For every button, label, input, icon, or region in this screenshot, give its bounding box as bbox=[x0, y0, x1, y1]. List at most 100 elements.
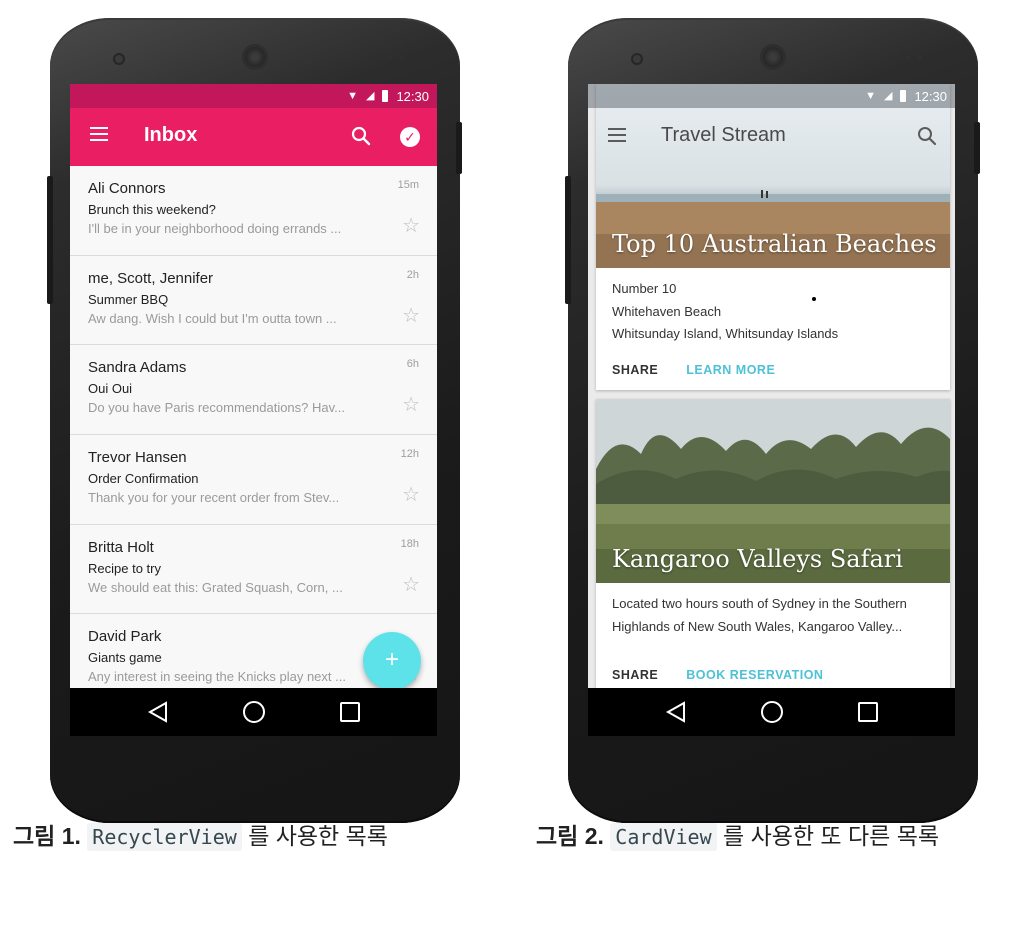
volume-button bbox=[47, 176, 53, 304]
volume-button bbox=[565, 176, 571, 304]
menu-icon[interactable] bbox=[90, 127, 108, 141]
phone-left: ▼ ◢ 12:30 Inbox ✓ Ali Connors Brunch thi… bbox=[47, 18, 462, 823]
travel-stream-screen: Top 10 Australian Beaches Number 10 Whit… bbox=[588, 84, 955, 736]
email-snippet: Do you have Paris recommendations? Hav..… bbox=[88, 400, 345, 416]
email-snippet: Aw dang. Wish I could but I'm outta town… bbox=[88, 310, 337, 326]
figure-caption-1: 그림 1. RecyclerView 를 사용한 목록 bbox=[13, 816, 388, 857]
recents-icon[interactable] bbox=[857, 701, 879, 723]
email-sender: Britta Holt bbox=[88, 538, 154, 556]
system-nav-bar bbox=[588, 688, 955, 736]
search-icon[interactable] bbox=[351, 126, 371, 146]
learn-more-button[interactable]: LEARN MORE bbox=[686, 363, 775, 377]
phone-right: Top 10 Australian Beaches Number 10 Whit… bbox=[565, 18, 980, 823]
email-snippet: We should eat this: Grated Squash, Corn,… bbox=[88, 579, 343, 595]
card-body: Number 10 Whitehaven Beach Whitsunday Is… bbox=[612, 278, 838, 346]
figure-caption-2: 그림 2. CardView 를 사용한 또 다른 목록 bbox=[536, 816, 1006, 857]
card-actions: SHARE LEARN MORE bbox=[612, 363, 775, 377]
list-item[interactable]: Britta Holt Recipe to try We should eat … bbox=[70, 525, 437, 615]
inbox-app-bar: Inbox ✓ bbox=[70, 108, 437, 166]
card-line: Number 10 bbox=[612, 281, 677, 296]
signal-icon: ◢ bbox=[883, 89, 893, 102]
email-sender: me, Scott, Jennifer bbox=[88, 269, 214, 287]
app-bar-title: Travel Stream bbox=[661, 124, 786, 146]
inbox-screen: ▼ ◢ 12:30 Inbox ✓ Ali Connors Brunch thi… bbox=[70, 84, 437, 736]
cursor-dot bbox=[812, 297, 816, 301]
caption-label: 그림 2. bbox=[536, 823, 604, 849]
email-subject: Summer BBQ bbox=[88, 291, 169, 307]
star-icon[interactable]: ☆ bbox=[402, 395, 420, 415]
power-button bbox=[974, 122, 980, 174]
star-icon[interactable]: ☆ bbox=[402, 575, 420, 595]
list-item[interactable]: Sandra Adams Oui Oui Do you have Paris r… bbox=[70, 345, 437, 436]
card-line: Whitehaven Beach bbox=[612, 303, 722, 319]
star-icon[interactable]: ☆ bbox=[402, 485, 420, 505]
status-bar: ▼ ◢ 12:30 bbox=[70, 84, 437, 108]
back-icon[interactable] bbox=[147, 701, 169, 723]
email-time: 15m bbox=[397, 179, 419, 191]
caption-code: RecyclerView bbox=[87, 823, 242, 851]
star-icon[interactable]: ☆ bbox=[402, 216, 420, 236]
camera-icon bbox=[633, 55, 641, 63]
speaker-icon bbox=[763, 47, 783, 67]
email-sender: Sandra Adams bbox=[88, 359, 187, 377]
battery-icon bbox=[382, 90, 389, 102]
sensor-icon bbox=[918, 56, 922, 60]
caption-text: 를 사용한 목록 bbox=[248, 823, 388, 849]
card-line: Highlands of New South Wales, Kangaroo V… bbox=[612, 618, 903, 634]
menu-icon[interactable] bbox=[608, 128, 626, 142]
email-subject: Brunch this weekend? bbox=[88, 202, 216, 217]
email-time: 2h bbox=[406, 268, 419, 281]
status-bar: ▼ ◢ 12:30 bbox=[588, 84, 955, 108]
card-actions: SHARE BOOK RESERVATION bbox=[612, 668, 823, 682]
home-icon[interactable] bbox=[242, 700, 266, 724]
system-nav-bar bbox=[70, 688, 437, 736]
app-bar-title: Inbox bbox=[144, 124, 198, 146]
battery-icon bbox=[900, 90, 907, 102]
wifi-icon: ▼ bbox=[347, 89, 358, 102]
back-icon[interactable] bbox=[665, 701, 687, 723]
email-snippet: Thank you for your recent order from Ste… bbox=[88, 490, 340, 506]
card-hero-title: Top 10 Australian Beaches bbox=[612, 230, 937, 258]
star-icon[interactable]: ☆ bbox=[402, 306, 420, 326]
email-subject: Oui Oui bbox=[88, 381, 133, 397]
email-subject: Order Confirmation bbox=[88, 471, 199, 487]
travel-app-bar: Travel Stream bbox=[588, 108, 955, 164]
recents-icon[interactable] bbox=[339, 701, 361, 723]
card-line: Located two hours south of Sydney in the… bbox=[612, 596, 907, 611]
caption-code: CardView bbox=[610, 823, 717, 851]
email-time: 12h bbox=[400, 448, 419, 461]
email-sender: Trevor Hansen bbox=[88, 449, 187, 467]
check-circle-icon[interactable]: ✓ bbox=[400, 127, 420, 147]
caption-text: 를 사용한 또 다른 목록 bbox=[723, 823, 940, 849]
status-time: 12:30 bbox=[914, 88, 947, 104]
power-button bbox=[456, 122, 462, 174]
status-time: 12:30 bbox=[396, 88, 429, 104]
email-snippet: I'll be in your neighborhood doing erran… bbox=[88, 221, 342, 236]
search-icon[interactable] bbox=[917, 126, 937, 146]
signal-icon: ◢ bbox=[365, 89, 375, 102]
email-subject: Recipe to try bbox=[88, 560, 161, 576]
email-sender: Ali Connors bbox=[88, 180, 166, 197]
sensor-icon bbox=[906, 56, 910, 60]
camera-icon bbox=[115, 55, 123, 63]
list-item[interactable]: Ali Connors Brunch this weekend? I'll be… bbox=[70, 166, 437, 256]
card-line: Whitsunday Island, Whitsunday Islands bbox=[612, 326, 839, 341]
list-item[interactable]: Trevor Hansen Order Confirmation Thank y… bbox=[70, 435, 437, 525]
wifi-icon: ▼ bbox=[865, 89, 876, 102]
share-button[interactable]: SHARE bbox=[612, 668, 658, 682]
email-list: Ali Connors Brunch this weekend? I'll be… bbox=[70, 166, 437, 688]
sensor-icon bbox=[400, 56, 404, 60]
speaker-icon bbox=[245, 47, 265, 67]
email-time: 18h bbox=[400, 537, 419, 550]
card-hero-title: Kangaroo Valleys Safari bbox=[612, 545, 903, 573]
card-body: Located two hours south of Sydney in the… bbox=[612, 593, 942, 638]
home-icon[interactable] bbox=[760, 700, 784, 724]
book-reservation-button[interactable]: BOOK RESERVATION bbox=[686, 668, 823, 682]
card-kangaroo-safari[interactable]: Kangaroo Valleys Safari Located two hour… bbox=[596, 399, 950, 691]
list-item[interactable]: me, Scott, Jennifer Summer BBQ Aw dang. … bbox=[70, 256, 437, 346]
share-button[interactable]: SHARE bbox=[612, 363, 658, 377]
sensor-icon bbox=[388, 56, 392, 60]
email-time: 6h bbox=[406, 358, 419, 371]
caption-label: 그림 1. bbox=[13, 823, 81, 849]
compose-fab-button[interactable]: + bbox=[363, 632, 421, 690]
